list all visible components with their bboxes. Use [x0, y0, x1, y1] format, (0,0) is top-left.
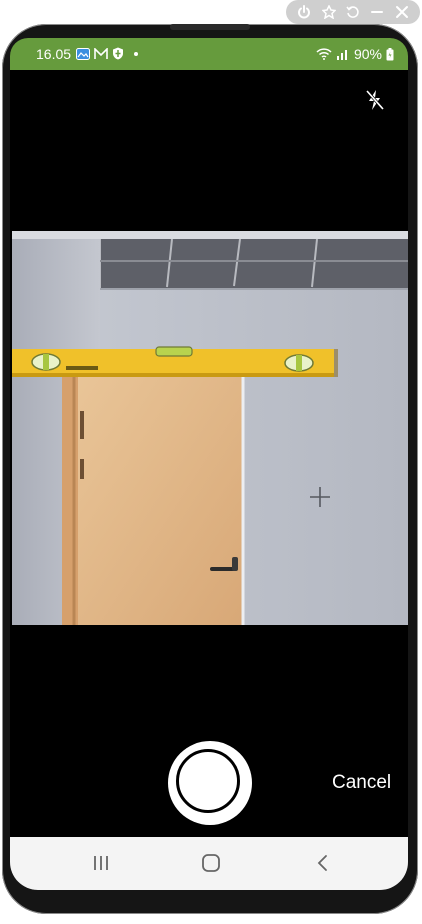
battery-percent: 90%: [353, 46, 382, 62]
camera-preview[interactable]: [12, 231, 408, 625]
signal-icon: [336, 50, 347, 60]
back-icon[interactable]: [310, 851, 336, 875]
shutter-button[interactable]: [168, 741, 252, 825]
gallery-notification-icon: [76, 47, 90, 60]
status-bar: 16.05 90%: [10, 38, 408, 70]
system-status: 90%: [316, 46, 394, 62]
home-icon[interactable]: [198, 851, 224, 875]
power-icon[interactable]: [296, 4, 312, 20]
notification-dot: [134, 52, 138, 56]
battery-icon: [386, 47, 394, 60]
mail-icon: [94, 47, 108, 59]
speaker-grille: [170, 24, 250, 30]
emulator-toolbar: [286, 0, 420, 24]
shield-icon: [113, 47, 123, 60]
close-icon[interactable]: [394, 4, 410, 20]
notification-icons: [76, 47, 124, 60]
wifi-icon: [316, 48, 332, 60]
rotate-icon[interactable]: [345, 4, 361, 20]
device-screen: 16.05 90% Cancel: [10, 38, 408, 890]
shutter-inner-ring: [176, 749, 240, 813]
pin-icon[interactable]: [321, 4, 337, 20]
minimize-icon[interactable]: [369, 4, 385, 20]
flash-off-icon[interactable]: [364, 88, 386, 112]
recents-icon[interactable]: [88, 851, 114, 875]
status-time: 16.05: [36, 46, 72, 62]
cancel-button[interactable]: Cancel: [332, 772, 391, 794]
navigation-bar: [10, 837, 408, 890]
